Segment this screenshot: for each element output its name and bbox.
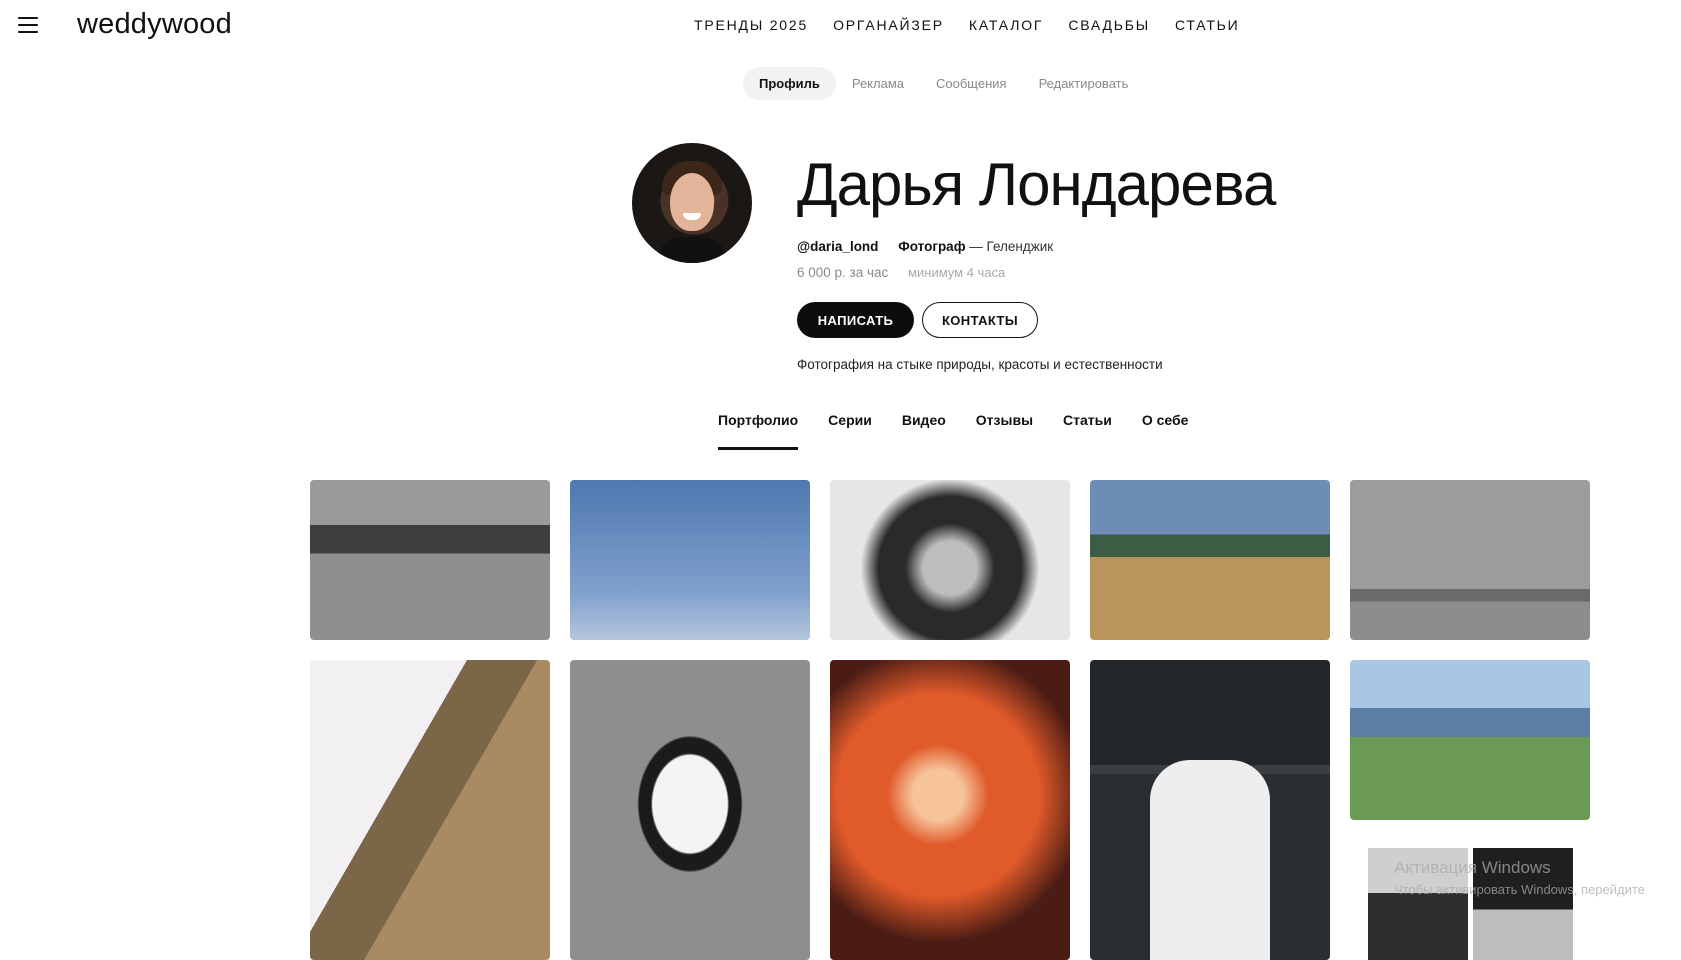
subnav-profile[interactable]: Профиль [743,67,836,100]
nav-trends[interactable]: ТРЕНДЫ 2025 [694,17,808,33]
tab-articles[interactable]: Статьи [1063,412,1112,450]
profile-name: Дарья Лондарева [797,151,1276,218]
subnav-edit[interactable]: Редактировать [1023,67,1145,100]
portfolio-photo[interactable] [830,480,1070,640]
nav-organizer[interactable]: ОРГАНАЙЗЕР [833,17,944,33]
portfolio-photo[interactable] [310,480,550,640]
portfolio-photo[interactable] [1350,660,1590,820]
profile-handle[interactable]: @daria_lond [797,239,878,254]
content-tabs: Портфолио Серии Видео Отзывы Статьи О се… [718,412,1218,450]
avatar [632,143,752,263]
tab-reviews[interactable]: Отзывы [976,412,1033,450]
tab-video[interactable]: Видео [902,412,946,450]
portfolio-photo[interactable] [1350,480,1590,640]
tab-portfolio[interactable]: Портфолио [718,412,799,450]
subnav-ads[interactable]: Реклама [836,67,920,100]
contacts-button[interactable]: КОНТАКТЫ [922,302,1038,338]
portfolio-photo[interactable] [570,480,810,640]
price-info: 6 000 р. за час минимум 4 часа [797,265,1005,280]
profile-role: Фотограф [898,239,966,254]
nav-catalog[interactable]: КАТАЛОГ [969,17,1043,33]
profile-city: — Геленджик [969,239,1054,254]
write-button[interactable]: НАПИСАТЬ [797,302,914,338]
profile-meta: @daria_lond Фотограф — Геленджик [797,239,1053,254]
portfolio-photo[interactable] [1090,660,1330,960]
minimum-hours: минимум 4 часа [908,265,1006,280]
windows-activation-watermark: Активация Windows [1394,858,1551,877]
profile-subnav: Профиль Реклама Сообщения Редактировать [743,67,1144,100]
tab-about[interactable]: О себе [1142,412,1189,450]
top-bar: weddywood ТРЕНДЫ 2025 ОРГАНАЙЗЕР КАТАЛОГ… [0,0,1681,54]
menu-icon[interactable] [18,17,38,33]
main-nav: ТРЕНДЫ 2025 ОРГАНАЙЗЕР КАТАЛОГ СВАДЬБЫ С… [694,17,1240,33]
windows-activation-hint: Чтобы активировать Windows, перейдите [1394,882,1645,897]
portfolio-photo[interactable] [830,660,1070,960]
subnav-messages[interactable]: Сообщения [920,67,1023,100]
tab-series[interactable]: Серии [828,412,872,450]
portfolio-photo[interactable] [1090,480,1330,640]
nav-articles[interactable]: СТАТЬИ [1175,17,1240,33]
price-per-hour: 6 000 р. за час [797,265,889,280]
profile-tagline: Фотография на стыке природы, красоты и е… [797,357,1163,372]
portfolio-photo[interactable] [570,660,810,960]
portfolio-photo[interactable] [310,660,550,960]
nav-weddings[interactable]: СВАДЬБЫ [1068,17,1150,33]
logo[interactable]: weddywood [77,8,232,41]
